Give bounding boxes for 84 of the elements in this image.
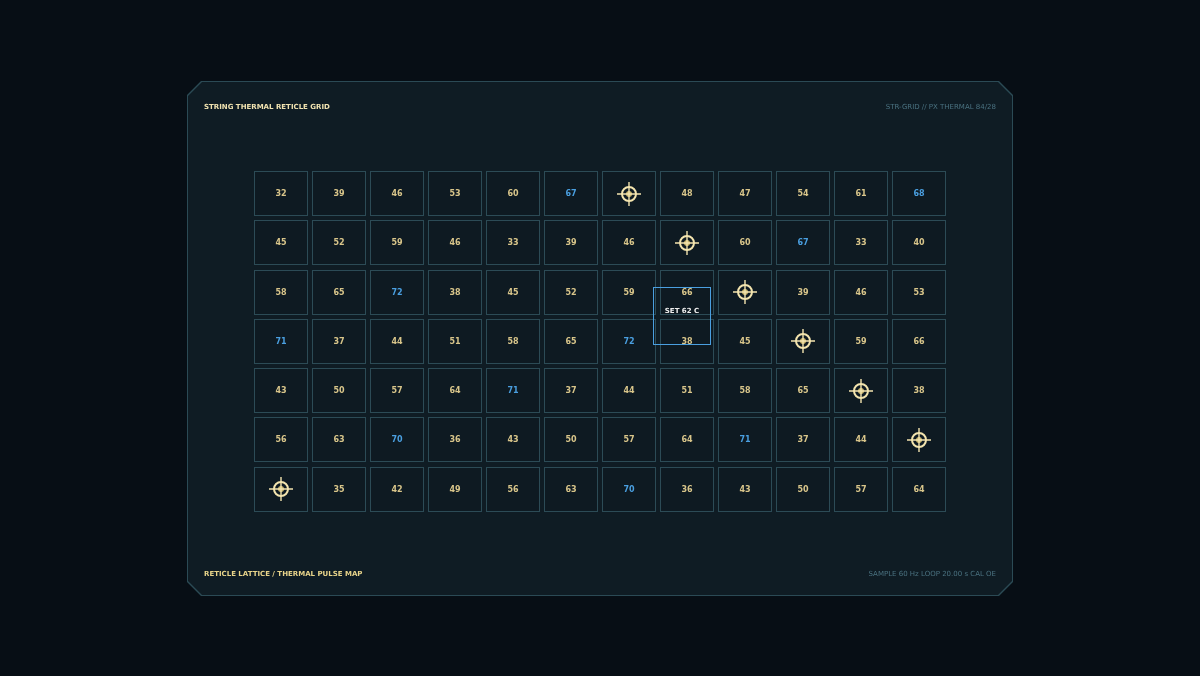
cell-value: 33: [855, 238, 867, 248]
cell-value: 59: [623, 287, 635, 297]
cell-value: 50: [565, 435, 577, 445]
cell-value: 65: [333, 287, 345, 297]
cell-value: 46: [623, 238, 635, 248]
cell-value: 52: [565, 287, 577, 297]
cell-value: 63: [565, 484, 577, 494]
cell-value: 67: [797, 238, 809, 248]
cell-value: 37: [333, 336, 345, 346]
cell-value: 42: [391, 484, 403, 494]
crosshair-icon: [268, 476, 294, 503]
cell-value: 36: [681, 484, 693, 494]
cell-value: 72: [391, 287, 403, 297]
cell-value: 66: [913, 336, 925, 346]
cell-value: 45: [739, 336, 751, 346]
cell-value: 64: [449, 386, 461, 396]
cell-value: 49: [449, 484, 461, 494]
cell-value: 38: [449, 287, 461, 297]
cell-value: 36: [449, 435, 461, 445]
cell-value: 48: [681, 189, 693, 198]
cell-value: 71: [275, 336, 287, 346]
cell-value: 37: [565, 386, 577, 396]
cell-value: 58: [739, 386, 751, 396]
cell-value: 52: [333, 238, 345, 248]
cell-value: 72: [623, 336, 635, 346]
cell-value: 50: [797, 484, 809, 494]
cell-value: 33: [507, 238, 519, 248]
cell-value: 32: [275, 189, 287, 198]
cell-value: 58: [507, 336, 519, 346]
cell-value: 64: [681, 435, 693, 445]
cell-value: 59: [391, 238, 403, 248]
cell-value: 59: [855, 336, 867, 346]
cell-value: 46: [391, 189, 403, 198]
cell-value: 43: [275, 386, 287, 396]
cell-value: 61: [855, 189, 867, 198]
cell-value: 46: [449, 238, 461, 248]
cell-value: 46: [855, 287, 867, 297]
cell-value: 54: [797, 189, 809, 198]
cell-value: 44: [623, 386, 635, 396]
cell-value: 38: [913, 386, 925, 396]
cell-value: 50: [333, 386, 345, 396]
cell-value: 38: [681, 336, 693, 346]
cell-value: 35: [333, 484, 345, 494]
cell-value: 51: [449, 336, 461, 346]
cell-value: 51: [681, 386, 693, 396]
cell-value: 39: [565, 238, 577, 248]
cell-value: 56: [275, 435, 287, 445]
cell-value: 39: [333, 189, 345, 198]
cell-value: 37: [797, 435, 809, 445]
cell-value: 64: [913, 484, 925, 494]
cell-value: 57: [391, 386, 403, 396]
crosshair-icon: [674, 229, 700, 256]
cell-value: 43: [507, 435, 519, 445]
cell-value: 65: [565, 336, 577, 346]
cell-value: 53: [449, 189, 461, 198]
cell-value: 47: [739, 189, 751, 198]
cell-value: 44: [855, 435, 867, 445]
cell-value: 63: [333, 435, 345, 445]
cell-value: 39: [797, 287, 809, 297]
cell-value: 43: [739, 484, 751, 494]
crosshair-icon: [848, 377, 874, 404]
cell-value: 60: [507, 189, 519, 198]
cell-value: 57: [855, 484, 867, 494]
cell-value: 71: [739, 435, 751, 445]
cell-value: 71: [507, 386, 519, 396]
crosshair-icon: [906, 427, 932, 453]
cell-value: 68: [913, 189, 925, 198]
cell-value: 70: [391, 435, 403, 445]
cell-value: 40: [913, 238, 925, 248]
cell-value: 70: [623, 484, 635, 494]
cell-value: 44: [391, 336, 403, 346]
crosshair-icon: [732, 279, 758, 306]
cell-value: 60: [739, 238, 751, 248]
crosshair-icon: [790, 328, 816, 355]
cell-value: 58: [275, 287, 287, 297]
cell-value: 66: [681, 287, 693, 297]
cell-value: 57: [623, 435, 635, 445]
cell-value: 65: [797, 386, 809, 396]
cell-value: 67: [565, 189, 577, 198]
cell-value: 56: [507, 484, 519, 494]
crosshair-icon: [616, 180, 642, 207]
cell-value: 53: [913, 287, 925, 297]
cell-value: 45: [507, 287, 519, 297]
cell-value: 45: [275, 238, 287, 248]
